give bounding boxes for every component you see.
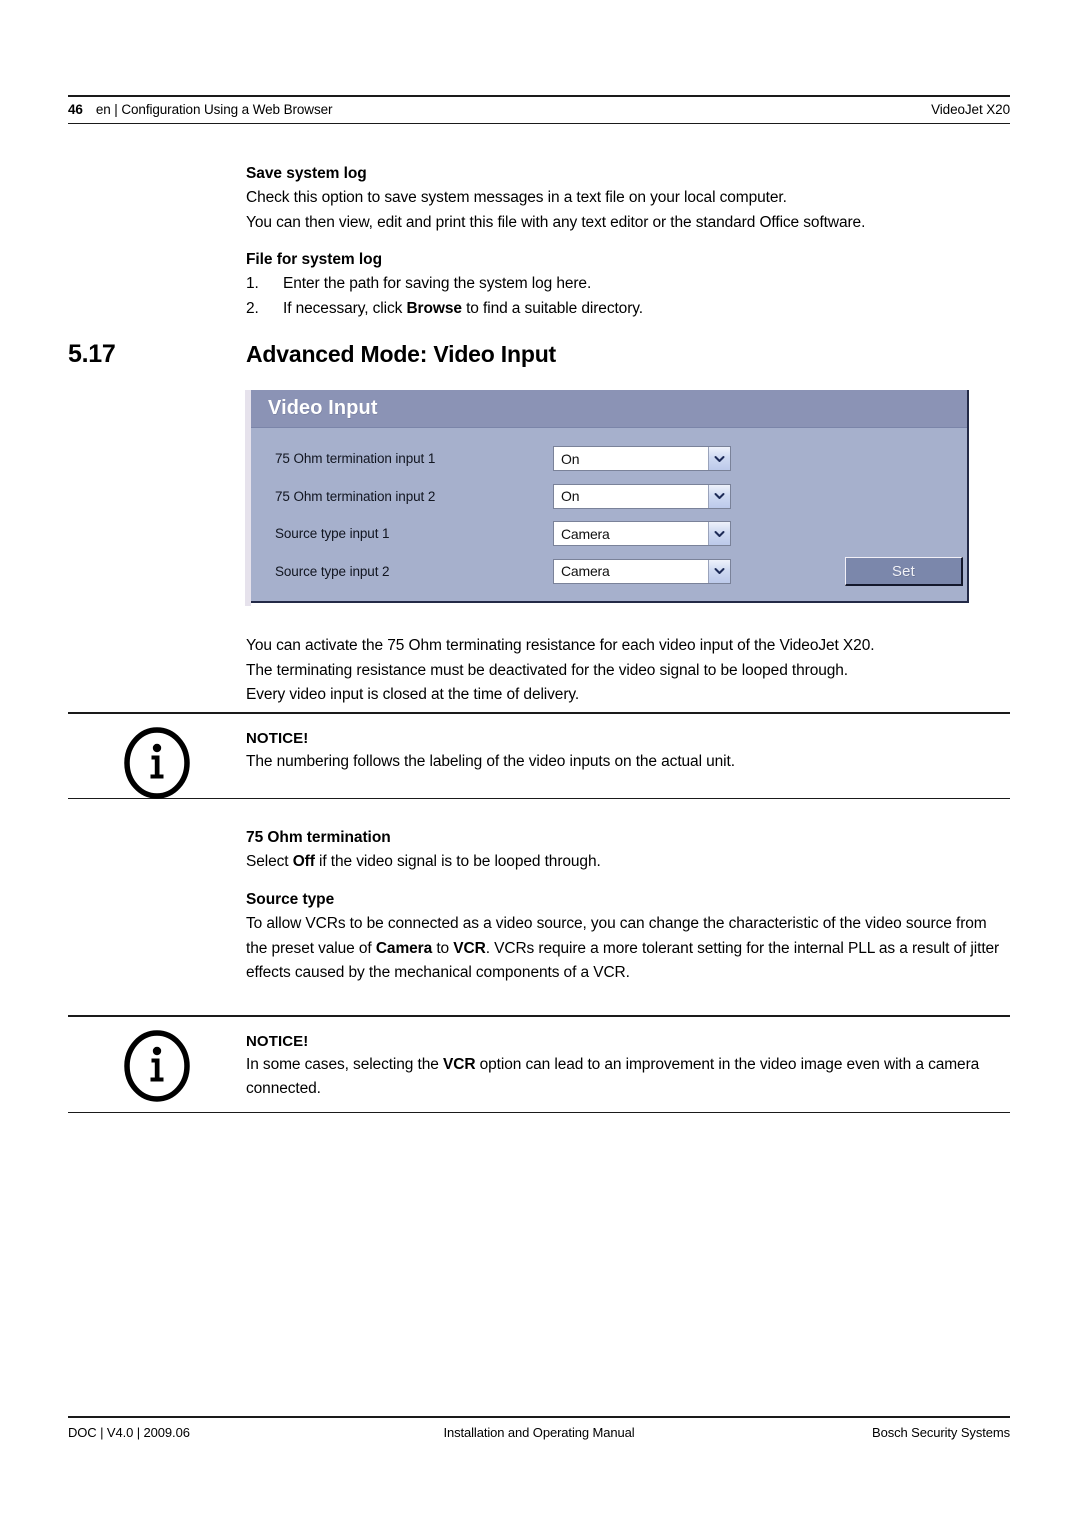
label-source-type-input-1: Source type input 1	[275, 526, 390, 542]
heading-75-ohm-termination: 75 Ohm termination	[246, 829, 391, 846]
notice-rule-bottom	[68, 1111, 1010, 1113]
video-input-panel: Video Input 75 Ohm termination input 1 O…	[251, 390, 969, 603]
heading-file-for-system-log: File for system log	[246, 251, 382, 268]
notice-block-1: NOTICE! The numbering follows the labeli…	[68, 712, 1010, 799]
header-rule-bottom	[68, 122, 1010, 124]
section-heading: 5.17 Advanced Mode: Video Input	[68, 340, 1010, 369]
section-file-for-system-log: File for system log 1. Enter the path for…	[246, 248, 1006, 321]
footer-company: Bosch Security Systems	[872, 1424, 1010, 1440]
list-item-text: Enter the path for saving the system log…	[283, 275, 592, 292]
chevron-down-icon[interactable]	[708, 447, 730, 471]
header-chapter-label: en | Configuration Using a Web Browser	[95, 102, 333, 117]
section-source-type: Source type To allow VCRs to be connecte…	[246, 888, 1010, 986]
select-source-type-input-1[interactable]: Camera	[553, 521, 731, 547]
heading-source-type: Source type	[246, 891, 335, 908]
section-save-system-log: Save system log Check this option to sav…	[246, 162, 1006, 235]
label-termination-input-1: 75 Ohm termination input 1	[275, 451, 436, 467]
select-source-type-input-2[interactable]: Camera	[553, 558, 731, 584]
label-termination-input-2: 75 Ohm termination input 2	[275, 488, 436, 504]
list-item: 1. Enter the path for saving the system l…	[246, 272, 1006, 297]
header-row: 46 en | Configuration Using a Web Browse…	[68, 97, 1010, 123]
form-row-termination-input-1: 75 Ohm termination input 1 On	[251, 440, 967, 478]
notice-title: NOTICE!	[246, 729, 309, 747]
text-post: if the video signal is to be looped thro…	[314, 853, 601, 870]
list-item-text-pre: If necessary, click	[283, 299, 407, 317]
panel-body: 75 Ohm termination input 1 On 75 Ohm ter…	[251, 428, 967, 590]
label-source-type-input-2: Source type input 2	[275, 563, 390, 579]
notice-rule-bottom	[68, 797, 1010, 799]
list-item: 2. If necessary, click Browse to find a s…	[246, 297, 1006, 322]
file-for-system-log-list: 1. Enter the path for saving the system l…	[246, 272, 1006, 321]
text-bold-camera: Camera	[375, 939, 433, 957]
select-termination-input-2[interactable]: On	[553, 483, 731, 509]
after-panel-line-2: The terminating resistance must be deact…	[246, 661, 848, 679]
video-input-screenshot: Video Input 75 Ohm termination input 1 O…	[245, 390, 975, 606]
select-termination-input-1[interactable]: On	[553, 446, 731, 472]
page-header: 46 en | Configuration Using a Web Browse…	[68, 95, 1010, 124]
notice-inner: NOTICE! In some cases, selecting the VCR…	[68, 1017, 1010, 1112]
select-value: On	[561, 488, 580, 505]
list-item-text-post: to find a suitable directory.	[461, 299, 643, 317]
chevron-down-icon[interactable]	[708, 484, 730, 508]
list-item-number: 1.	[246, 275, 259, 292]
chevron-down-icon[interactable]	[708, 559, 730, 583]
select-value: Camera	[561, 525, 610, 542]
list-item-text-bold: Browse	[406, 299, 462, 317]
text-bold-off: Off	[292, 853, 315, 870]
page-footer: DOC | V4.0 | 2009.06 Installation and Op…	[68, 1416, 1010, 1446]
page-number: 46	[68, 102, 83, 117]
form-row-termination-input-2: 75 Ohm termination input 2 On	[251, 478, 967, 516]
heading-save-system-log: Save system log	[246, 165, 367, 182]
after-panel-line-3: Every video input is closed at the time …	[246, 686, 580, 703]
panel-title: Video Input	[268, 397, 378, 419]
header-product-label: VideoJet X20	[931, 102, 1010, 117]
section-number: 5.17	[68, 340, 116, 368]
notice-text-cell: NOTICE! The numbering follows the labeli…	[246, 714, 1010, 798]
footer-manual-title: Installation and Operating Manual	[443, 1424, 635, 1440]
notice-body: In some cases, selecting the VCR option …	[246, 1053, 1010, 1102]
panel-titlebar: Video Input	[251, 390, 967, 428]
source-type-paragraph: To allow VCRs to be connected as a video…	[246, 912, 1010, 986]
info-icon	[124, 726, 190, 799]
section-after-panel: You can activate the 75 Ohm terminating …	[246, 634, 1010, 708]
list-item-number: 2.	[246, 299, 259, 317]
text-mid: to	[432, 939, 454, 957]
text-pre: Select	[246, 853, 293, 870]
after-panel-line-1: You can activate the 75 Ohm terminating …	[246, 637, 875, 654]
select-value: Camera	[561, 563, 610, 580]
notice-title: NOTICE!	[246, 1032, 309, 1050]
termination-75ohm-paragraph: Select Off if the video signal is to be …	[246, 850, 1010, 875]
footer-row: DOC | V4.0 | 2009.06 Installation and Op…	[68, 1418, 1010, 1446]
form-row-source-type-input-1: Source type input 1 Camera	[251, 515, 967, 553]
notice-text-cell: NOTICE! In some cases, selecting the VCR…	[246, 1017, 1010, 1112]
section-title: Advanced Mode: Video Input	[246, 341, 557, 367]
notice-inner: NOTICE! The numbering follows the labeli…	[68, 714, 1010, 799]
text-pre: In some cases, selecting the	[246, 1055, 443, 1073]
chevron-down-icon[interactable]	[708, 522, 730, 546]
info-icon	[124, 1029, 190, 1102]
save-system-log-line-1: Check this option to save system message…	[246, 189, 787, 206]
notice-block-2: NOTICE! In some cases, selecting the VCR…	[68, 1015, 1010, 1113]
select-value: On	[561, 450, 580, 467]
document-page: 46 en | Configuration Using a Web Browse…	[0, 0, 1080, 1527]
save-system-log-line-2: You can then view, edit and print this f…	[246, 213, 866, 231]
text-bold-vcr: VCR	[453, 939, 486, 957]
notice-body: The numbering follows the labeling of th…	[246, 752, 735, 770]
notice-icon-cell	[68, 1017, 246, 1112]
set-button[interactable]: Set	[845, 557, 963, 586]
notice-icon-cell	[68, 714, 246, 799]
text-bold-vcr: VCR	[442, 1055, 476, 1073]
section-75-ohm-termination: 75 Ohm termination Select Off if the vid…	[246, 826, 1010, 875]
